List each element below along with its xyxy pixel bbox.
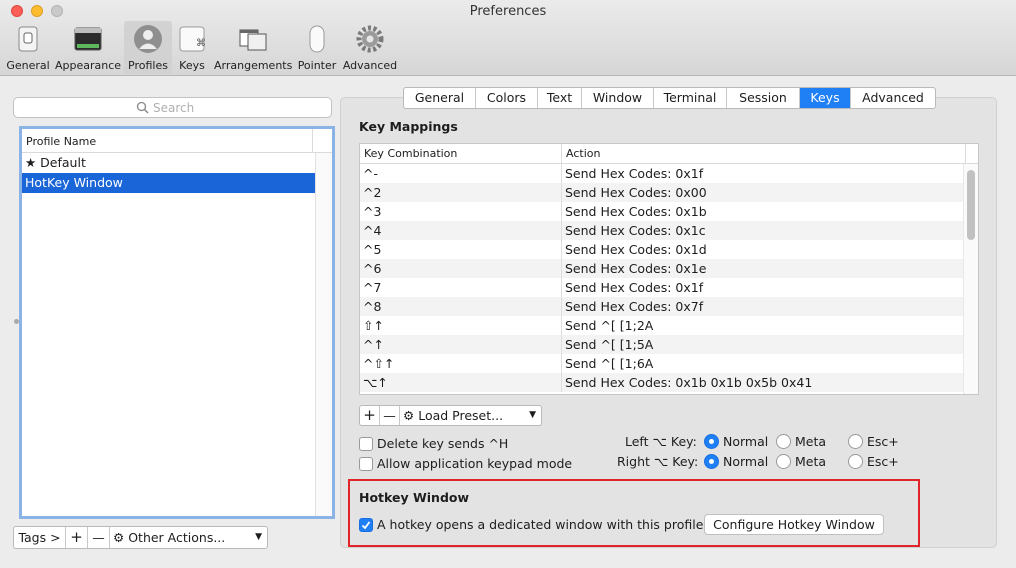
- add-profile-button[interactable]: +: [66, 527, 88, 548]
- table-row[interactable]: ^⇧↑ Send ^[ [1;6A: [360, 354, 978, 373]
- search-placeholder: Search: [153, 101, 195, 115]
- right-option-meta-radio[interactable]: [776, 454, 791, 469]
- application-keypad-mode-checkbox[interactable]: [359, 457, 373, 471]
- tab-general[interactable]: General: [404, 88, 476, 108]
- toolbar-advanced[interactable]: Advanced: [342, 21, 398, 74]
- chevron-down-icon: ▼: [529, 410, 536, 420]
- tab-terminal[interactable]: Terminal: [654, 88, 727, 108]
- profile-row-hotkey-window[interactable]: HotKey Window: [22, 173, 316, 193]
- scrollbar-thumb[interactable]: [967, 170, 975, 240]
- table-row[interactable]: ^2 Send Hex Codes: 0x00: [360, 183, 978, 202]
- left-option-meta-radio[interactable]: [776, 434, 791, 449]
- toolbar-general[interactable]: General: [4, 21, 52, 74]
- profile-icon: [134, 25, 162, 53]
- key-mapping-actions-bar: + — ⚙ Load Preset... ▼: [359, 405, 542, 426]
- profile-list-scrollbar[interactable]: [315, 153, 332, 516]
- window-arrangement-icon: [239, 29, 267, 51]
- svg-text:⌘: ⌘: [196, 38, 206, 49]
- toolbar-keys[interactable]: ⌘ Keys: [174, 21, 210, 74]
- table-row[interactable]: ^4 Send Hex Codes: 0x1c: [360, 221, 978, 240]
- left-option-esc-radio[interactable]: [848, 434, 863, 449]
- hotkey-dedicated-window-checkbox[interactable]: [359, 518, 373, 532]
- key-mappings-title: Key Mappings: [359, 119, 458, 134]
- left-option-normal-radio[interactable]: [704, 434, 719, 449]
- toolbar-pointer[interactable]: Pointer: [296, 21, 338, 74]
- toolbar-appearance[interactable]: Appearance: [54, 21, 122, 74]
- title-bar: Preferences General Appearance Profiles …: [0, 0, 1016, 76]
- table-row[interactable]: ^6 Send Hex Codes: 0x1e: [360, 259, 978, 278]
- table-row[interactable]: ^3 Send Hex Codes: 0x1b: [360, 202, 978, 221]
- hotkey-dedicated-window-label: A hotkey opens a dedicated window with t…: [377, 517, 708, 532]
- right-option-normal-radio[interactable]: [704, 454, 719, 469]
- load-preset-menu[interactable]: ⚙ Load Preset... ▼: [400, 406, 541, 425]
- left-option-key-label: Left ⌥ Key:: [625, 434, 697, 449]
- right-option-meta-label: Meta: [795, 454, 827, 469]
- search-icon: [136, 101, 149, 114]
- right-option-esc-radio[interactable]: [848, 454, 863, 469]
- left-option-meta-label: Meta: [795, 434, 827, 449]
- remove-profile-button[interactable]: —: [88, 527, 110, 548]
- profile-search-input[interactable]: Search: [13, 97, 332, 118]
- command-key-icon: ⌘: [179, 26, 206, 52]
- remove-key-mapping-button[interactable]: —: [380, 406, 400, 425]
- tab-session[interactable]: Session: [727, 88, 800, 108]
- tab-colors[interactable]: Colors: [476, 88, 538, 108]
- right-option-normal-label: Normal: [723, 454, 769, 469]
- switch-icon: [18, 26, 38, 52]
- table-row[interactable]: ^↑ Send ^[ [1;5A: [360, 335, 978, 354]
- mouse-icon: [309, 25, 325, 53]
- column-header-key[interactable]: Key Combination: [360, 144, 562, 163]
- right-option-esc-label: Esc+: [867, 454, 899, 469]
- table-row[interactable]: ^5 Send Hex Codes: 0x1d: [360, 240, 978, 259]
- delete-key-sends-ctrl-h-checkbox[interactable]: [359, 437, 373, 451]
- other-actions-menu[interactable]: ⚙ Other Actions... ▼: [110, 527, 267, 548]
- toolbar-profiles[interactable]: Profiles: [124, 21, 172, 74]
- terminal-icon: [74, 27, 102, 51]
- table-row[interactable]: ^7 Send Hex Codes: 0x1f: [360, 278, 978, 297]
- table-header: Key Combination Action: [360, 144, 978, 164]
- delete-key-sends-ctrl-h-label: Delete key sends ^H: [377, 436, 509, 451]
- add-key-mapping-button[interactable]: +: [360, 406, 380, 425]
- gear-icon: [356, 25, 384, 53]
- profile-list[interactable]: Profile Name ★ Default HotKey Window: [19, 126, 335, 519]
- configure-hotkey-window-button[interactable]: Configure Hotkey Window: [704, 514, 884, 535]
- column-header-action[interactable]: Action: [562, 144, 966, 163]
- gear-icon: ⚙: [403, 408, 415, 423]
- table-scrollbar[interactable]: [963, 164, 978, 394]
- tab-window[interactable]: Window: [582, 88, 654, 108]
- hotkey-window-title: Hotkey Window: [359, 490, 470, 505]
- right-option-key-label: Right ⌥ Key:: [617, 454, 699, 469]
- window-title: Preferences: [469, 4, 547, 19]
- tab-text[interactable]: Text: [538, 88, 582, 108]
- profile-tabs: General Colors Text Window Terminal Sess…: [403, 87, 936, 109]
- left-option-normal-label: Normal: [723, 434, 769, 449]
- table-row[interactable]: ^8 Send Hex Codes: 0x7f: [360, 297, 978, 316]
- key-mappings-table[interactable]: Key Combination Action ^- Send Hex Codes:…: [359, 143, 979, 395]
- tags-button[interactable]: Tags >: [14, 527, 66, 548]
- profile-list-header[interactable]: Profile Name: [22, 129, 332, 153]
- table-row[interactable]: ⇧↑ Send ^[ [1;2A: [360, 316, 978, 335]
- table-row[interactable]: ⌥↑ Send Hex Codes: 0x1b 0x1b 0x5b 0x41: [360, 373, 978, 392]
- tab-advanced[interactable]: Advanced: [851, 88, 935, 108]
- chevron-down-icon: ▼: [255, 532, 262, 542]
- profile-row-default[interactable]: ★ Default: [22, 153, 316, 173]
- table-row[interactable]: ^- Send Hex Codes: 0x1f: [360, 164, 978, 183]
- tab-keys[interactable]: Keys: [800, 88, 851, 108]
- checkmark-icon: [361, 521, 371, 530]
- left-option-esc-label: Esc+: [867, 434, 899, 449]
- table-body: ^- Send Hex Codes: 0x1f ^2 Send Hex Codes:…: [360, 164, 978, 392]
- gear-icon: ⚙: [113, 530, 125, 545]
- profile-actions-bar: Tags > + — ⚙ Other Actions... ▼: [13, 526, 268, 549]
- toolbar-arrangements[interactable]: Arrangements: [214, 21, 292, 74]
- application-keypad-mode-label: Allow application keypad mode: [377, 456, 573, 471]
